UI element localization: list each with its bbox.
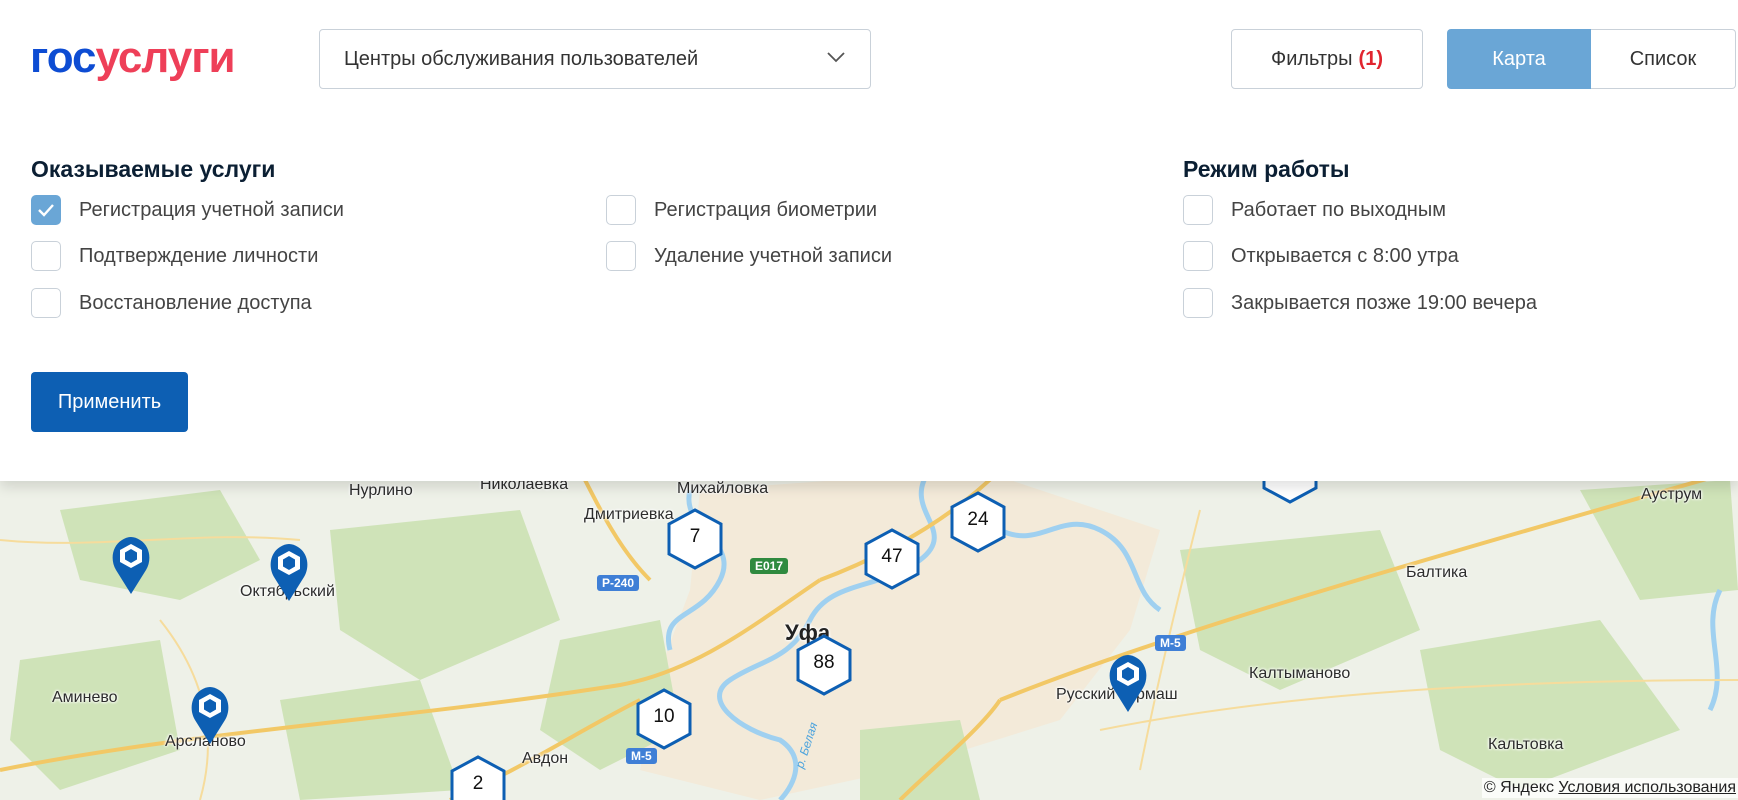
- map-place-label: Нурлино: [349, 482, 413, 499]
- map-place-label: Кальтовка: [1488, 736, 1564, 753]
- map-pin-icon: [191, 687, 229, 744]
- checkbox-box[interactable]: [31, 241, 61, 271]
- map-background: [0, 470, 1738, 800]
- office-marker-pin[interactable]: [268, 541, 310, 603]
- map-cluster-marker[interactable]: 24: [949, 491, 1007, 553]
- map-place-label: Аминево: [52, 689, 118, 706]
- hours-section-title: Режим работы: [1183, 156, 1350, 182]
- checkbox-label: Регистрация учетной записи: [79, 198, 344, 221]
- filters-count-badge: (1): [1358, 47, 1383, 70]
- map-place-label: Михайловка: [677, 480, 769, 497]
- chevron-down-icon: [827, 52, 845, 63]
- logo-part-gos: гос: [30, 33, 97, 82]
- list-view-tab[interactable]: Список: [1591, 29, 1736, 89]
- services-section-title: Оказываемые услуги: [31, 156, 276, 182]
- map-cluster-marker[interactable]: 47: [863, 528, 921, 590]
- checkbox-label: Открывается с 8:00 утра: [1231, 244, 1459, 267]
- road-shield: Р-240: [597, 575, 640, 591]
- road-shield: М-5: [1155, 635, 1186, 651]
- road-shield: М-5: [626, 748, 657, 764]
- checkbox-access-recovery[interactable]: Восстановление доступа: [31, 288, 312, 318]
- checkbox-box[interactable]: [1183, 288, 1213, 318]
- terms-of-use-link[interactable]: Условия использования: [1558, 779, 1736, 796]
- checkbox-label: Работает по выходным: [1231, 198, 1446, 221]
- map-place-label: Балтика: [1406, 564, 1468, 581]
- category-select[interactable]: Центры обслуживания пользователей: [319, 29, 871, 89]
- copyright-text: © Яндекс: [1483, 779, 1554, 796]
- map-place-label: Ауструм: [1641, 486, 1703, 503]
- cluster-count: 47: [881, 546, 903, 567]
- gosuslugi-logo[interactable]: госуслуги: [30, 33, 236, 82]
- map-cluster-marker[interactable]: 7: [666, 508, 724, 570]
- map-cluster-marker[interactable]: 2: [449, 755, 507, 800]
- filters-label: Фильтры: [1270, 47, 1353, 70]
- map-place-label: Калтыманово: [1249, 665, 1351, 682]
- checkbox-box[interactable]: [1183, 241, 1213, 271]
- cluster-count: 24: [967, 509, 989, 530]
- checkbox-box[interactable]: [1183, 195, 1213, 225]
- apply-button[interactable]: Применить: [31, 372, 188, 432]
- checkbox-box[interactable]: [31, 195, 61, 225]
- checkbox-closes-after-19[interactable]: Закрывается позже 19:00 вечера: [1183, 288, 1537, 318]
- view-toggle: Карта Список: [1447, 29, 1736, 89]
- cluster-count: 88: [813, 652, 835, 673]
- map-area[interactable]: Нурлино Николаевка Михайловка Дмитриевка…: [0, 470, 1738, 800]
- cluster-count: 7: [689, 526, 701, 547]
- map-pin-icon: [1109, 655, 1147, 712]
- map-pin-icon: [270, 544, 308, 601]
- checkbox-biometrics-registration[interactable]: Регистрация биометрии: [606, 195, 877, 225]
- checkbox-box[interactable]: [606, 241, 636, 271]
- checkbox-box[interactable]: [606, 195, 636, 225]
- office-marker-pin[interactable]: [1107, 652, 1149, 714]
- filters-button[interactable]: Фильтры (1): [1231, 29, 1423, 89]
- checkbox-label: Подтверждение личности: [79, 244, 319, 267]
- checkbox-label: Регистрация биометрии: [654, 198, 878, 221]
- road-shield: E017: [750, 558, 789, 574]
- checkbox-label: Закрывается позже 19:00 вечера: [1231, 291, 1537, 314]
- cluster-count: 2: [472, 773, 484, 794]
- map-place-label: Авдон: [522, 750, 569, 767]
- checkbox-label: Восстановление доступа: [79, 291, 312, 314]
- map-cluster-marker[interactable]: 10: [635, 688, 693, 750]
- category-select-value: Центры обслуживания пользователей: [344, 47, 699, 70]
- checkbox-weekends[interactable]: Работает по выходным: [1183, 195, 1446, 225]
- checkbox-account-registration[interactable]: Регистрация учетной записи: [31, 195, 344, 225]
- map-place-label: Дмитриевка: [584, 506, 674, 523]
- map-view-tab[interactable]: Карта: [1447, 29, 1591, 89]
- checkbox-label: Удаление учетной записи: [654, 244, 893, 267]
- map-copyright: © Яндекс Условия использования: [1481, 778, 1738, 798]
- checkbox-box[interactable]: [31, 288, 61, 318]
- checkbox-account-deletion[interactable]: Удаление учетной записи: [606, 241, 892, 271]
- checkbox-identity-confirmation[interactable]: Подтверждение личности: [31, 241, 318, 271]
- map-cluster-marker[interactable]: 88: [795, 634, 853, 696]
- office-marker-pin[interactable]: [189, 684, 231, 746]
- map-pin-icon: [112, 537, 150, 594]
- office-marker-pin[interactable]: [110, 534, 152, 596]
- logo-part-uslugi: услуги: [95, 33, 236, 82]
- checkbox-opens-at-8[interactable]: Открывается с 8:00 утра: [1183, 241, 1459, 271]
- checkmark-icon: [38, 204, 54, 217]
- filter-panel: госуслуги Центры обслуживания пользовате…: [0, 0, 1738, 481]
- cluster-count: 10: [653, 706, 675, 727]
